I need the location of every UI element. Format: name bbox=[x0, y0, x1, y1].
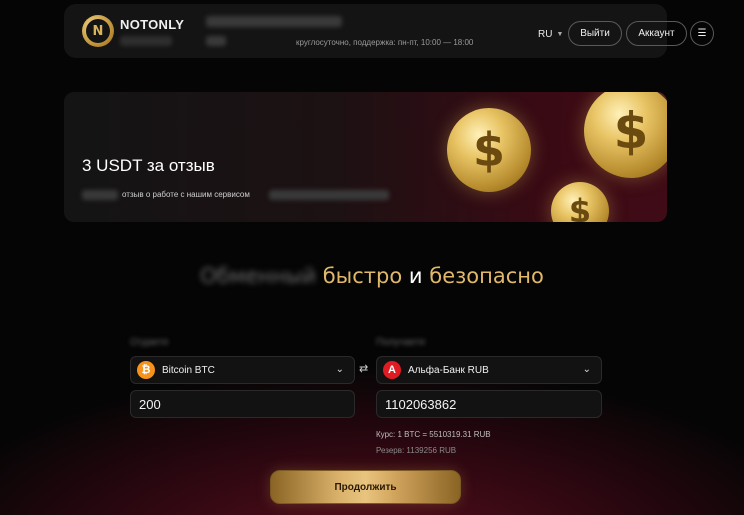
banner-title: 3 USDT за отзыв bbox=[82, 156, 215, 175]
menu-icon[interactable]: ☰ bbox=[690, 21, 714, 46]
brand-name: NOTONLY bbox=[120, 17, 185, 32]
swap-icon[interactable]: ⇄ bbox=[359, 362, 368, 375]
support-hours: круглосуточно, поддержка: пн-пт, 10:00 —… bbox=[296, 38, 474, 47]
from-label: Отдаете bbox=[130, 337, 169, 348]
chevron-down-icon: ⌄ bbox=[335, 364, 344, 375]
exchange-rate: Курс: 1 BTC = 5510319.31 RUB bbox=[376, 430, 491, 439]
continue-button[interactable]: Продолжить bbox=[270, 470, 461, 504]
account-button[interactable]: Аккаунт bbox=[626, 21, 687, 46]
contact-blurred bbox=[206, 16, 342, 27]
alfa-bank-icon: А bbox=[383, 361, 401, 379]
to-currency-select[interactable]: А Альфа-Банк RUB ⌄ bbox=[376, 356, 602, 384]
chevron-down-icon: ⌄ bbox=[582, 364, 591, 375]
bitcoin-icon: ₿ bbox=[137, 361, 155, 379]
logout-button[interactable]: Выйти bbox=[568, 21, 622, 46]
headline-fast: быстро bbox=[322, 264, 403, 288]
chevron-down-icon: ▼ bbox=[556, 31, 564, 38]
language-code: RU bbox=[538, 29, 553, 40]
headline-blurred: Обменный bbox=[200, 264, 317, 288]
coin-icon: $ bbox=[447, 108, 531, 192]
to-currency-label: Альфа-Банк RUB bbox=[408, 364, 489, 376]
logo-icon[interactable]: N bbox=[82, 15, 114, 47]
language-selector[interactable]: RU ▼ bbox=[538, 29, 563, 40]
from-amount-input[interactable]: 200 bbox=[130, 390, 355, 418]
reserve-amount: Резерв: 1139256 RUB bbox=[376, 446, 457, 455]
to-label: Получаете bbox=[376, 337, 426, 348]
to-amount-input[interactable]: 1102063862 bbox=[376, 390, 602, 418]
banner-text-prefix-blurred bbox=[82, 190, 118, 200]
contact-prefix-blurred bbox=[206, 36, 226, 46]
coin-icon: $ bbox=[584, 92, 667, 178]
from-currency-select[interactable]: ₿ Bitcoin BTC ⌄ bbox=[130, 356, 355, 384]
banner-text: отзыв о работе с нашим сервисом bbox=[122, 190, 250, 199]
coin-icon: $ bbox=[551, 182, 609, 222]
from-currency-label: Bitcoin BTC bbox=[162, 364, 215, 376]
banner-text-suffix-blurred bbox=[269, 190, 389, 200]
headline-safe: безопасно bbox=[429, 264, 544, 288]
page-headline: Обменный быстро и безопасно bbox=[0, 264, 744, 288]
headline-and: и bbox=[408, 264, 423, 288]
top-header: N NOTONLY круглосуточно, поддержка: пн-п… bbox=[64, 4, 714, 58]
promo-banner[interactable]: $ $ $ 3 USDT за отзыв отзыв о работе с н… bbox=[64, 92, 667, 222]
brand-subtitle-blurred bbox=[120, 36, 172, 46]
